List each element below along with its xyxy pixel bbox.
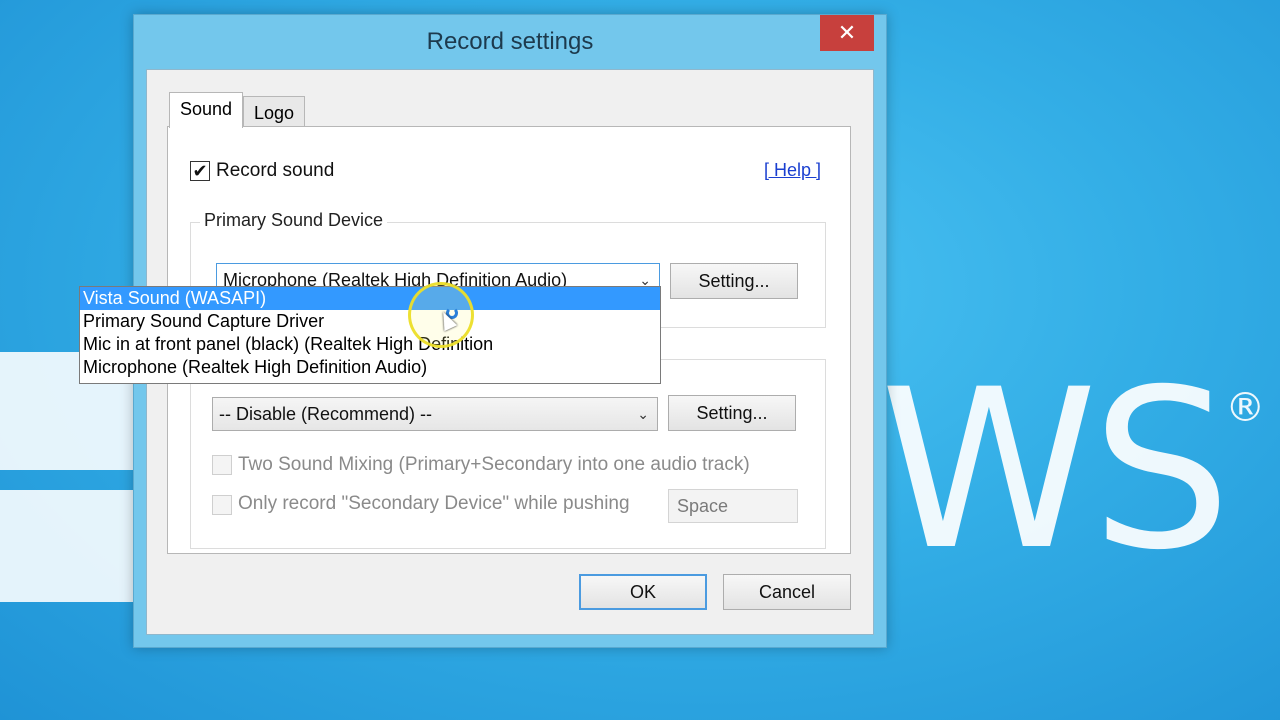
tab-sound-label: Sound bbox=[180, 99, 233, 119]
record-sound-checkbox[interactable]: ✔ bbox=[190, 161, 210, 181]
help-link[interactable]: [ Help ] bbox=[764, 160, 821, 181]
dialog-title: Record settings bbox=[426, 28, 594, 55]
secondary-setting-button[interactable]: Setting... bbox=[668, 395, 796, 431]
close-button[interactable]: ✕ bbox=[820, 15, 874, 51]
ok-button[interactable]: OK bbox=[579, 574, 707, 610]
chevron-down-icon: ⌄ bbox=[637, 406, 649, 422]
windows-brand-text: WS®8 bbox=[880, 360, 1280, 580]
dropdown-option-vista-sound[interactable]: Vista Sound (WASAPI) bbox=[80, 287, 660, 310]
two-sound-mixing-label: Two Sound Mixing (Primary+Secondary into… bbox=[238, 454, 750, 475]
brand-letters: WS bbox=[880, 342, 1231, 598]
dropdown-option-front-mic[interactable]: Mic in at front panel (black) (Realtek H… bbox=[80, 333, 660, 356]
dropdown-option-primary-capture[interactable]: Primary Sound Capture Driver bbox=[80, 310, 660, 333]
primary-sound-device-title: Primary Sound Device bbox=[200, 210, 388, 231]
primary-setting-button[interactable]: Setting... bbox=[670, 263, 798, 299]
close-icon: ✕ bbox=[837, 20, 857, 45]
tab-sound[interactable]: Sound bbox=[169, 92, 244, 128]
dropdown-option-microphone[interactable]: Microphone (Realtek High Definition Audi… bbox=[80, 356, 660, 379]
record-sound-label: Record sound bbox=[216, 160, 335, 181]
secondary-device-select[interactable]: -- Disable (Recommend) -- ⌄ bbox=[212, 397, 658, 431]
only-record-secondary-label: Only record "Secondary Device" while pus… bbox=[238, 493, 630, 514]
tab-logo-label: Logo bbox=[254, 103, 295, 123]
registered-mark: ® bbox=[1225, 385, 1265, 431]
checkmark-icon: ✔ bbox=[192, 161, 208, 181]
push-key-field[interactable]: Space bbox=[668, 489, 798, 523]
primary-device-dropdown-list: Vista Sound (WASAPI) Primary Sound Captu… bbox=[79, 286, 661, 384]
tab-logo[interactable]: Logo bbox=[243, 96, 306, 128]
only-record-secondary-checkbox[interactable] bbox=[212, 495, 232, 515]
two-sound-mixing-checkbox[interactable] bbox=[212, 455, 232, 475]
cancel-button[interactable]: Cancel bbox=[723, 574, 851, 610]
secondary-device-selected-value: -- Disable (Recommend) -- bbox=[219, 404, 433, 424]
windows-logo-pane-bottom bbox=[0, 490, 134, 602]
